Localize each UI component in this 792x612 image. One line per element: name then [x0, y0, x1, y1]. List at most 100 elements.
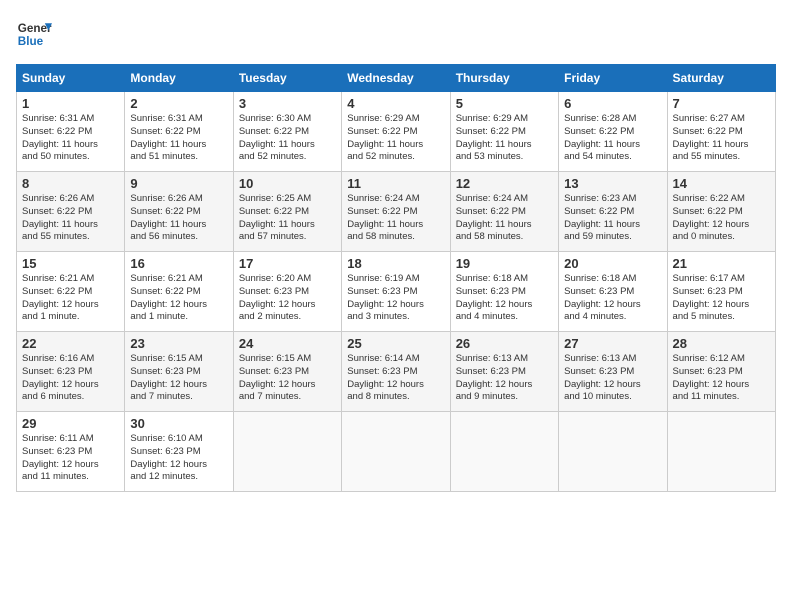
day-number: 14 [673, 176, 770, 191]
calendar-cell: 12 Sunrise: 6:24 AM Sunset: 6:22 PM Dayli… [450, 172, 558, 252]
weekday-header-friday: Friday [559, 65, 667, 92]
calendar-cell: 14Sunrise: 6:22 AM Sunset: 6:22 PM Dayli… [667, 172, 775, 252]
day-number: 15 [22, 256, 119, 271]
calendar-table: SundayMondayTuesdayWednesdayThursdayFrid… [16, 64, 776, 492]
day-info: Sunrise: 6:21 AM Sunset: 6:22 PM Dayligh… [22, 273, 119, 324]
calendar-cell: 10 Sunrise: 6:25 AM Sunset: 6:22 PM Dayli… [233, 172, 341, 252]
day-number: 5 [456, 96, 553, 111]
calendar-cell: 26 Sunrise: 6:13 AM Sunset: 6:23 PM Dayli… [450, 332, 558, 412]
calendar-cell [342, 412, 450, 492]
weekday-header-tuesday: Tuesday [233, 65, 341, 92]
day-info: Sunrise: 6:16 AM Sunset: 6:23 PM Dayligh… [22, 353, 119, 404]
calendar-cell: 27Sunrise: 6:13 AM Sunset: 6:23 PM Dayli… [559, 332, 667, 412]
calendar-cell [450, 412, 558, 492]
day-number: 8 [22, 176, 119, 191]
day-number: 6 [564, 96, 661, 111]
day-number: 23 [130, 336, 227, 351]
calendar-cell: 23 Sunrise: 6:15 AM Sunset: 6:23 PM Dayli… [125, 332, 233, 412]
day-number: 20 [564, 256, 661, 271]
calendar-cell: 20 Sunrise: 6:18 AM Sunset: 6:23 PM Dayli… [559, 252, 667, 332]
calendar-cell: 13 Sunrise: 6:23 AM Sunset: 6:22 PM Dayli… [559, 172, 667, 252]
day-number: 12 [456, 176, 553, 191]
day-info: Sunrise: 6:30 AM Sunset: 6:22 PM Dayligh… [239, 113, 336, 164]
calendar-cell: 17 Sunrise: 6:20 AM Sunset: 6:23 PM Dayli… [233, 252, 341, 332]
day-info: Sunrise: 6:10 AM Sunset: 6:23 PM Dayligh… [130, 433, 227, 484]
day-info: Sunrise: 6:15 AM Sunset: 6:23 PM Dayligh… [130, 353, 227, 404]
weekday-header-wednesday: Wednesday [342, 65, 450, 92]
day-number: 25 [347, 336, 444, 351]
calendar-cell: 2 Sunrise: 6:31 AM Sunset: 6:22 PM Daylig… [125, 92, 233, 172]
day-info: Sunrise: 6:26 AM Sunset: 6:22 PM Dayligh… [22, 193, 119, 244]
calendar-cell: 16Sunrise: 6:21 AM Sunset: 6:22 PM Dayli… [125, 252, 233, 332]
day-info: Sunrise: 6:31 AM Sunset: 6:22 PM Dayligh… [130, 113, 227, 164]
day-number: 4 [347, 96, 444, 111]
calendar-cell: 19 Sunrise: 6:18 AM Sunset: 6:23 PM Dayli… [450, 252, 558, 332]
day-info: Sunrise: 6:29 AM Sunset: 6:22 PM Dayligh… [456, 113, 553, 164]
day-number: 3 [239, 96, 336, 111]
calendar-cell: 7 Sunrise: 6:27 AM Sunset: 6:22 PM Daylig… [667, 92, 775, 172]
day-info: Sunrise: 6:24 AM Sunset: 6:22 PM Dayligh… [456, 193, 553, 244]
calendar-cell [667, 412, 775, 492]
calendar-cell: 8 Sunrise: 6:26 AM Sunset: 6:22 PM Daylig… [17, 172, 125, 252]
day-number: 22 [22, 336, 119, 351]
day-number: 21 [673, 256, 770, 271]
calendar-cell: 1 Sunrise: 6:31 AM Sunset: 6:22 PM Daylig… [17, 92, 125, 172]
day-info: Sunrise: 6:31 AM Sunset: 6:22 PM Dayligh… [22, 113, 119, 164]
day-info: Sunrise: 6:28 AM Sunset: 6:22 PM Dayligh… [564, 113, 661, 164]
day-number: 17 [239, 256, 336, 271]
calendar-cell: 29 Sunrise: 6:11 AM Sunset: 6:23 PM Dayli… [17, 412, 125, 492]
calendar-cell: 3 Sunrise: 6:30 AM Sunset: 6:22 PM Daylig… [233, 92, 341, 172]
calendar-cell: 25 Sunrise: 6:14 AM Sunset: 6:23 PM Dayli… [342, 332, 450, 412]
day-number: 10 [239, 176, 336, 191]
calendar-cell: 21 Sunrise: 6:17 AM Sunset: 6:23 PM Dayli… [667, 252, 775, 332]
calendar-cell: 24Sunrise: 6:15 AM Sunset: 6:23 PM Dayli… [233, 332, 341, 412]
day-info: Sunrise: 6:27 AM Sunset: 6:22 PM Dayligh… [673, 113, 770, 164]
day-number: 29 [22, 416, 119, 431]
day-info: Sunrise: 6:14 AM Sunset: 6:23 PM Dayligh… [347, 353, 444, 404]
day-number: 1 [22, 96, 119, 111]
day-info: Sunrise: 6:25 AM Sunset: 6:22 PM Dayligh… [239, 193, 336, 244]
day-info: Sunrise: 6:17 AM Sunset: 6:23 PM Dayligh… [673, 273, 770, 324]
day-info: Sunrise: 6:13 AM Sunset: 6:23 PM Dayligh… [564, 353, 661, 404]
calendar-cell: 5 Sunrise: 6:29 AM Sunset: 6:22 PM Daylig… [450, 92, 558, 172]
calendar-week-4: 22 Sunrise: 6:16 AM Sunset: 6:23 PM Dayli… [17, 332, 776, 412]
calendar-cell: 22 Sunrise: 6:16 AM Sunset: 6:23 PM Dayli… [17, 332, 125, 412]
day-info: Sunrise: 6:12 AM Sunset: 6:23 PM Dayligh… [673, 353, 770, 404]
day-number: 2 [130, 96, 227, 111]
day-info: Sunrise: 6:18 AM Sunset: 6:23 PM Dayligh… [564, 273, 661, 324]
logo: General Blue [16, 16, 52, 52]
calendar-cell: 30 Sunrise: 6:10 AM Sunset: 6:23 PM Dayli… [125, 412, 233, 492]
page-header: General Blue [16, 16, 776, 52]
day-info: Sunrise: 6:18 AM Sunset: 6:23 PM Dayligh… [456, 273, 553, 324]
calendar-week-1: 1 Sunrise: 6:31 AM Sunset: 6:22 PM Daylig… [17, 92, 776, 172]
day-number: 13 [564, 176, 661, 191]
calendar-week-2: 8 Sunrise: 6:26 AM Sunset: 6:22 PM Daylig… [17, 172, 776, 252]
day-info: Sunrise: 6:29 AM Sunset: 6:22 PM Dayligh… [347, 113, 444, 164]
day-info: Sunrise: 6:19 AM Sunset: 6:23 PM Dayligh… [347, 273, 444, 324]
day-info: Sunrise: 6:15 AM Sunset: 6:23 PM Dayligh… [239, 353, 336, 404]
day-info: Sunrise: 6:23 AM Sunset: 6:22 PM Dayligh… [564, 193, 661, 244]
day-number: 7 [673, 96, 770, 111]
weekday-header-thursday: Thursday [450, 65, 558, 92]
calendar-cell: 9Sunrise: 6:26 AM Sunset: 6:22 PM Daylig… [125, 172, 233, 252]
calendar-cell: 15 Sunrise: 6:21 AM Sunset: 6:22 PM Dayli… [17, 252, 125, 332]
weekday-header-monday: Monday [125, 65, 233, 92]
day-number: 30 [130, 416, 227, 431]
day-info: Sunrise: 6:26 AM Sunset: 6:22 PM Dayligh… [130, 193, 227, 244]
day-number: 16 [130, 256, 227, 271]
day-number: 18 [347, 256, 444, 271]
day-info: Sunrise: 6:11 AM Sunset: 6:23 PM Dayligh… [22, 433, 119, 484]
calendar-header-row: SundayMondayTuesdayWednesdayThursdayFrid… [17, 65, 776, 92]
day-number: 28 [673, 336, 770, 351]
day-info: Sunrise: 6:13 AM Sunset: 6:23 PM Dayligh… [456, 353, 553, 404]
day-info: Sunrise: 6:20 AM Sunset: 6:23 PM Dayligh… [239, 273, 336, 324]
calendar-body: 1 Sunrise: 6:31 AM Sunset: 6:22 PM Daylig… [17, 92, 776, 492]
day-number: 26 [456, 336, 553, 351]
calendar-week-5: 29 Sunrise: 6:11 AM Sunset: 6:23 PM Dayli… [17, 412, 776, 492]
svg-text:Blue: Blue [18, 35, 44, 48]
weekday-header-saturday: Saturday [667, 65, 775, 92]
day-number: 19 [456, 256, 553, 271]
day-number: 11 [347, 176, 444, 191]
calendar-week-3: 15 Sunrise: 6:21 AM Sunset: 6:22 PM Dayli… [17, 252, 776, 332]
logo-icon: General Blue [16, 16, 52, 52]
